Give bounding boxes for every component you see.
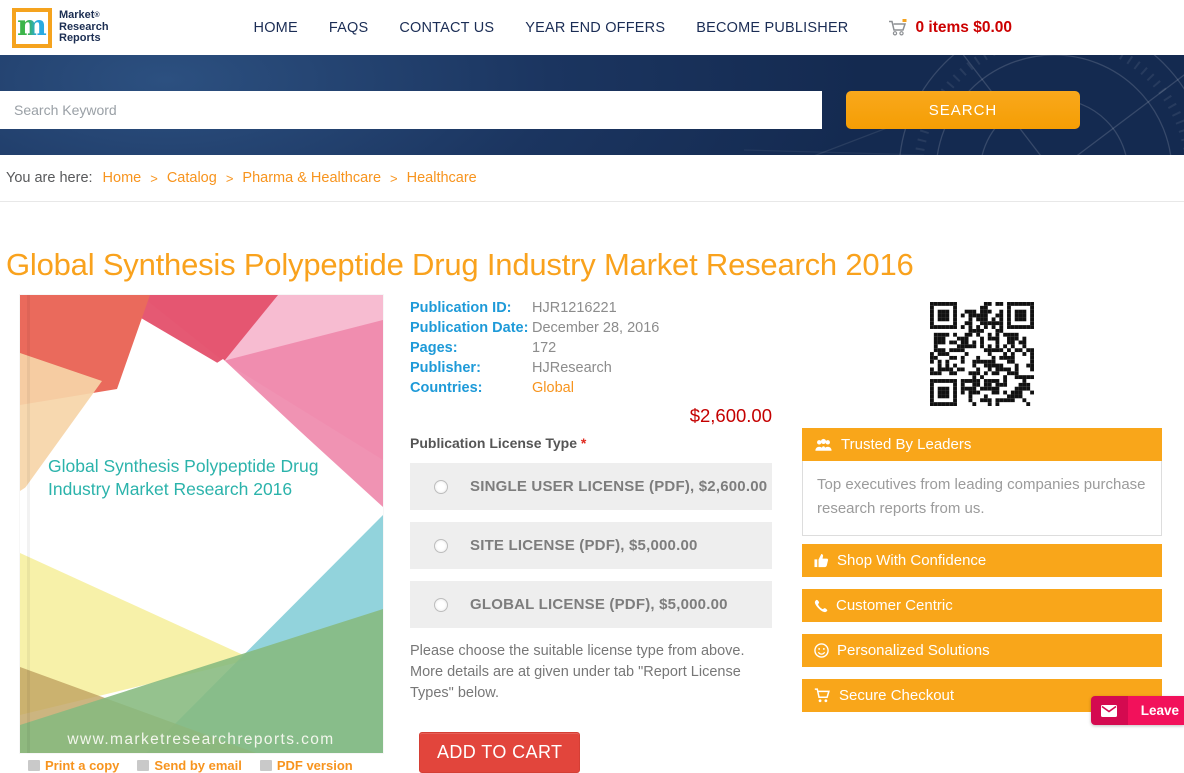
smiley-icon [814,643,829,658]
logo-mark: m [12,7,52,48]
detail-row-pages: Pages: 172 [410,338,772,358]
nav-item-year-end-offers[interactable]: YEAR END OFFERS [525,20,665,36]
banner-label: Shop With Confidence [837,552,987,569]
thumbs-up-icon [814,553,829,568]
cover-website-text: www.marketresearchreports.com [66,731,334,748]
radio-button[interactable] [434,479,448,494]
breadcrumb-catalog[interactable]: Catalog [167,170,217,186]
banner-label: Customer Centric [836,597,953,614]
trusted-by-leaders-text: Top executives from leading companies pu… [802,461,1162,536]
registered-mark: ® [94,12,100,20]
radio-button[interactable] [434,597,448,612]
top-bar: m Market® Research Reports HOME FAQS CON… [0,0,1184,55]
add-to-cart-button[interactable]: ADD TO CART [419,732,581,773]
banner-personalized-solutions: Personalized Solutions [802,634,1162,667]
logo-line: Market [59,9,95,22]
cart-summary: 0 items $0.00 [915,18,1012,36]
trust-banners: Trusted By Leaders Top executives from l… [802,428,1162,712]
nav-item-contact-us[interactable]: CONTACT US [399,20,494,36]
breadcrumb-separator: > [150,170,158,186]
detail-label: Publisher: [410,360,481,376]
cover-title-line: Global Synthesis Polypeptide Drug [48,456,319,476]
breadcrumb-separator: > [390,170,398,186]
details-column: Publication ID: HJR1216221 Publication D… [410,295,772,773]
cover-title: Global Synthesis Polypeptide Drug Indust… [48,455,318,501]
license-option-single-user[interactable]: SINGLE USER LICENSE (PDF), $2,600.00 [410,463,772,510]
nav-item-become-publisher[interactable]: BECOME PUBLISHER [696,20,848,36]
banner-label: Trusted By Leaders [841,436,972,453]
license-option-label: SINGLE USER LICENSE (PDF), $2,600.00 [470,478,768,495]
nav-item-faqs[interactable]: FAQS [329,20,368,36]
detail-row-countries: Countries: Global [410,378,772,398]
site-logo[interactable]: m Market® Research Reports [12,7,109,48]
search-button[interactable]: SEARCH [846,91,1080,129]
detail-value: HJR1216221 [532,300,617,316]
search-input[interactable] [0,91,822,129]
logo-letter: m [17,8,47,42]
nav-item-home[interactable]: HOME [254,20,298,36]
license-note: Please choose the suitable license type … [410,643,745,701]
banner-customer-centric: Customer Centric [802,589,1162,622]
banner-trusted-by-leaders: Trusted By Leaders [802,428,1162,461]
cart-link[interactable]: 0 items $0.00 [888,19,1012,37]
phone-icon [814,599,828,613]
detail-label: Countries: [410,380,483,396]
license-type-heading: Publication License Type * [410,435,772,451]
price: $2,600.00 [689,405,772,426]
detail-value: December 28, 2016 [532,320,660,336]
cart-icon [888,19,908,36]
breadcrumb-healthcare[interactable]: Healthcare [407,170,477,186]
sidebar-column: Trusted By Leaders Top executives from l… [802,295,1162,712]
users-icon [814,438,833,452]
detail-row-publisher: Publisher: HJResearch [410,358,772,378]
banner-label: Personalized Solutions [837,642,990,659]
logo-line: Reports [59,32,101,45]
radio-button[interactable] [434,538,448,553]
license-option-label: GLOBAL LICENSE (PDF), $5,000.00 [470,596,728,613]
breadcrumb-pharma-healthcare[interactable]: Pharma & Healthcare [242,170,381,186]
license-option-site[interactable]: SITE LICENSE (PDF), $5,000.00 [410,522,772,569]
live-chat-tab[interactable]: Leave [1090,696,1184,725]
logo-text: Market® Research Reports [59,10,109,45]
breadcrumb-separator: > [225,170,234,186]
detail-row-publication-id: Publication ID: HJR1216221 [410,298,772,318]
cart-icon [814,688,831,703]
countries-global-link[interactable]: Global [532,378,574,398]
cover-column: www.marketresearchreports.com Global Syn… [20,295,383,773]
breadcrumb-prefix: You are here: [6,170,93,186]
envelope-icon [1090,696,1128,725]
breadcrumb-home[interactable]: Home [103,170,142,186]
banner-label: Secure Checkout [839,687,955,704]
breadcrumb: You are here: Home > Catalog > Pharma & … [0,155,1184,202]
detail-value: HJResearch [532,360,612,376]
qr-code [802,302,1162,406]
main-content: www.marketresearchreports.com Global Syn… [0,295,1184,773]
main-nav: HOME FAQS CONTACT US YEAR END OFFERS BEC… [254,20,849,36]
license-heading-text: Publication License Type [410,435,578,451]
required-asterisk: * [580,435,587,451]
detail-row-publication-date: Publication Date: December 28, 2016 [410,318,772,338]
detail-label: Pages: [410,340,458,356]
detail-label: Publication Date: [410,320,529,336]
license-option-global[interactable]: GLOBAL LICENSE (PDF), $5,000.00 [410,581,772,628]
search-banner: SEARCH [0,55,1184,155]
license-option-label: SITE LICENSE (PDF), $5,000.00 [470,537,698,554]
chat-tab-label: Leave [1127,696,1184,725]
publication-details: Publication ID: HJR1216221 Publication D… [410,298,772,398]
banner-shop-with-confidence: Shop With Confidence [802,544,1162,577]
cover-title-line: Industry Market Research 2016 [48,479,293,499]
page-title: Global Synthesis Polypeptide Drug Indust… [6,247,914,282]
detail-label: Publication ID: [410,300,512,316]
detail-value: 172 [532,340,557,356]
report-cover-image: www.marketresearchreports.com Global Syn… [20,295,383,753]
